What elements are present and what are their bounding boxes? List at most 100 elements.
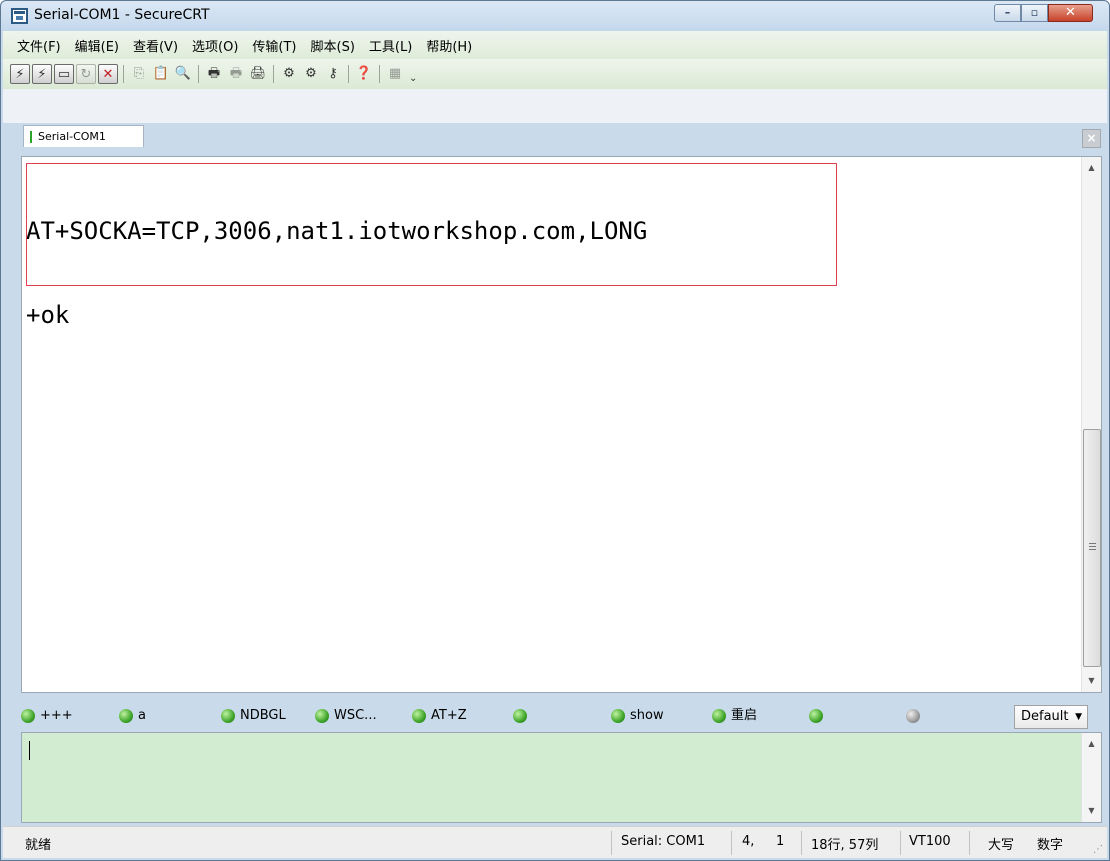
title-bar: Serial-COM1 - SecureCRT – ▫ ✕ <box>1 1 1109 31</box>
close-button[interactable]: ✕ <box>1048 4 1093 22</box>
help-icon[interactable]: ❓ <box>354 64 374 84</box>
menu-help[interactable]: 帮助(H) <box>426 36 472 55</box>
securecrt-app-icon <box>11 8 28 24</box>
terminal-scrollbar[interactable]: ▲ ▼ <box>1081 157 1101 692</box>
window-title: Serial-COM1 - SecureCRT <box>34 7 210 23</box>
scroll-up-icon[interactable]: ▲ <box>1082 159 1101 177</box>
green-led-icon <box>809 709 823 723</box>
button-label: AT+Z <box>431 708 467 723</box>
chat-window-input[interactable]: ▲ ▼ <box>21 732 1102 823</box>
scroll-thumb[interactable] <box>1083 429 1101 667</box>
status-emulation: VT100 <box>909 834 951 849</box>
print-screen-icon[interactable]: 🖶 <box>204 64 224 84</box>
close-icon: ✕ <box>1065 5 1076 20</box>
button-bar-button[interactable]: +++ <box>21 706 73 726</box>
button-bar: +++ a NDBGL WSC... AT+Z show 重启 Default … <box>21 702 1102 730</box>
tab-label: Serial-COM1 <box>38 130 106 143</box>
status-cursor-row: 4, <box>742 834 755 849</box>
selector-value: Default <box>1021 709 1069 724</box>
menu-edit[interactable]: 编辑(E) <box>75 36 119 55</box>
scroll-down-icon[interactable]: ▼ <box>1082 802 1101 820</box>
tab-strip: Serial-COM1 <box>3 89 1107 147</box>
button-bar-button[interactable]: AT+Z <box>412 706 467 726</box>
toolbar-separator <box>273 65 274 83</box>
reconnect-icon[interactable]: ↻ <box>76 64 96 84</box>
minimize-button[interactable]: – <box>994 4 1021 22</box>
toolbar-separator <box>198 65 199 83</box>
size-grip-icon[interactable]: ⋰ <box>1093 845 1103 855</box>
button-bar-button[interactable]: WSC... <box>315 706 377 726</box>
green-led-icon <box>513 709 527 723</box>
status-num: 数字 <box>1037 838 1064 853</box>
button-bar-button[interactable]: NDBGL <box>221 706 286 726</box>
chat-scrollbar[interactable]: ▲ ▼ <box>1081 733 1101 822</box>
green-led-icon <box>315 709 329 723</box>
toolbar-overflow-icon[interactable]: ⌄ <box>409 73 417 84</box>
copy-icon[interactable]: ⎘ <box>129 64 149 84</box>
terminal-screen[interactable]: AT+SOCKA=TCP,3006,nat1.iotworkshop.com,L… <box>21 156 1102 693</box>
menu-tools[interactable]: 工具(L) <box>369 36 412 55</box>
print-icon[interactable]: 🖨 <box>248 64 268 84</box>
menu-transfer[interactable]: 传输(T) <box>252 36 296 55</box>
menu-bar: 文件(F) 编辑(E) 查看(V) 选项(O) 传输(T) 脚本(S) 工具(L… <box>3 31 1107 59</box>
status-separator <box>900 831 901 855</box>
menu-options[interactable]: 选项(O) <box>192 36 238 55</box>
text-cursor <box>29 741 30 760</box>
paste-icon[interactable]: 📋 <box>151 64 171 84</box>
green-led-icon <box>611 709 625 723</box>
close-tab-icon[interactable]: × <box>1082 129 1101 148</box>
print-selection-icon[interactable]: 🖶 <box>226 64 246 84</box>
button-label: NDBGL <box>240 708 286 723</box>
disconnect-icon[interactable]: ✕ <box>98 64 118 84</box>
button-bar-button[interactable]: show <box>611 706 664 726</box>
button-label: 重启 <box>731 708 758 723</box>
button-label: +++ <box>40 708 73 723</box>
maximize-button[interactable]: ▫ <box>1021 4 1048 22</box>
button-bar-button[interactable]: a <box>119 706 146 726</box>
status-ready: 就绪 <box>25 838 52 853</box>
highlight-box <box>26 163 837 286</box>
green-led-icon <box>712 709 726 723</box>
menu-script[interactable]: 脚本(S) <box>311 36 355 55</box>
find-icon[interactable]: 🔍 <box>173 64 193 84</box>
status-size: 18行, 57列 <box>811 838 879 853</box>
session-options-icon[interactable]: ⚙ <box>279 64 299 84</box>
toolbar: ⚡ ⚡ ▭ ↻ ✕ ⎘ 📋 🔍 🖶 🖶 🖨 ⚙ ⚙ ⚷ ❓ ▦ ⌄ <box>3 59 1107 89</box>
toolbar-separator <box>348 65 349 83</box>
status-cursor-col: 1 <box>776 834 785 849</box>
toolbar-separator <box>123 65 124 83</box>
button-bar-button[interactable] <box>809 706 828 726</box>
status-separator <box>731 831 732 855</box>
green-led-icon <box>119 709 133 723</box>
terminal-line: +ok <box>26 301 70 329</box>
status-caps: 大写 <box>988 838 1015 853</box>
toolbar-separator <box>379 65 380 83</box>
connect-icon[interactable]: ⚡ <box>10 64 30 84</box>
button-bar-button[interactable]: 重启 <box>712 706 757 726</box>
global-options-icon[interactable]: ⚙ <box>301 64 321 84</box>
status-separator <box>611 831 612 855</box>
green-led-icon <box>221 709 235 723</box>
button-bar-selector[interactable]: Default ▼ <box>1014 705 1088 729</box>
securecrt-window: Serial-COM1 - SecureCRT – ▫ ✕ 文件(F) 编辑(E… <box>0 0 1110 861</box>
status-connection: Serial: COM1 <box>621 834 706 849</box>
layout-icon[interactable]: ▦ <box>385 64 405 84</box>
button-label: WSC... <box>334 708 377 723</box>
status-separator <box>801 831 802 855</box>
scroll-down-icon[interactable]: ▼ <box>1082 672 1101 690</box>
status-bar: 就绪 Serial: COM1 4, 1 18行, 57列 VT100 大写 数… <box>3 826 1107 858</box>
gray-led-icon <box>906 709 920 723</box>
button-bar-button[interactable] <box>906 706 925 726</box>
grip-icon <box>1089 543 1096 550</box>
green-led-icon <box>412 709 426 723</box>
connect-in-tab-icon[interactable]: ▭ <box>54 64 74 84</box>
tab-serial-com1[interactable]: Serial-COM1 <box>23 125 144 147</box>
button-bar-button[interactable] <box>513 706 532 726</box>
scroll-up-icon[interactable]: ▲ <box>1082 735 1101 753</box>
menu-view[interactable]: 查看(V) <box>133 36 178 55</box>
maximize-icon: ▫ <box>1030 6 1039 19</box>
menu-file[interactable]: 文件(F) <box>17 36 61 55</box>
button-label: a <box>138 708 146 723</box>
quick-connect-icon[interactable]: ⚡ <box>32 64 52 84</box>
key-map-icon[interactable]: ⚷ <box>323 64 343 84</box>
